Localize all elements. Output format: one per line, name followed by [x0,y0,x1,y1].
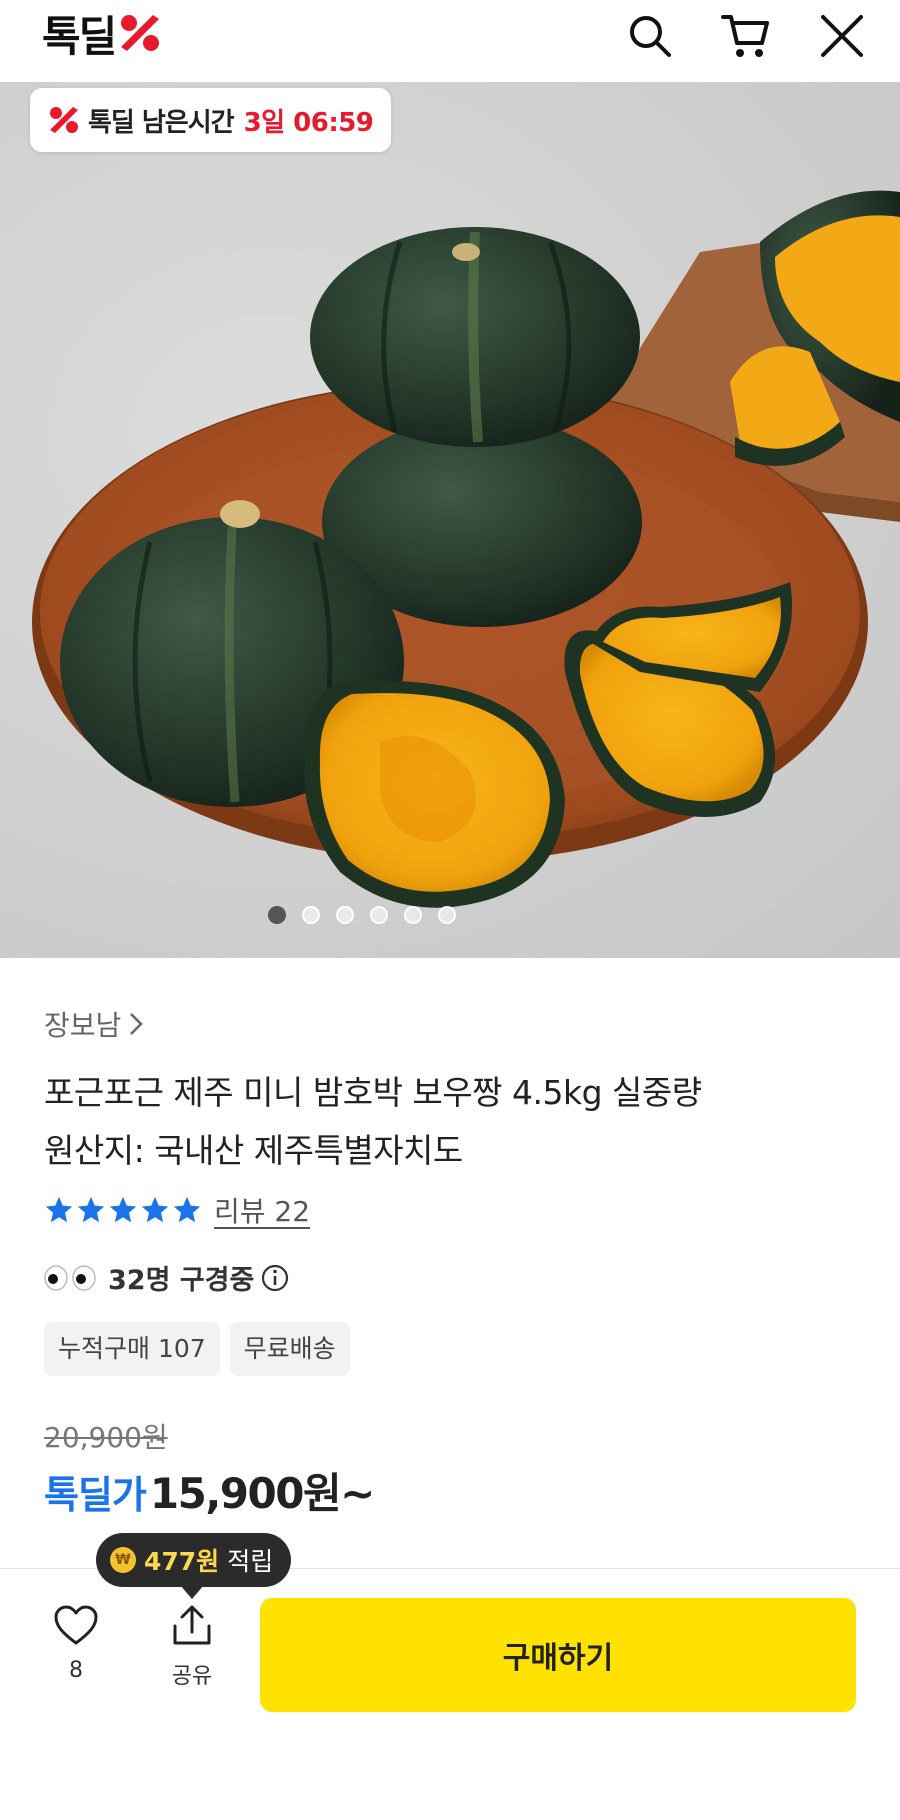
points-suffix: 적립 [227,1547,274,1576]
carousel-dot[interactable] [370,906,388,924]
points-tooltip: ₩ 477원 적립 [96,1533,292,1599]
carousel-dot[interactable] [336,906,354,924]
product-origin-line: 원산지: 국내산 제주특별자치도 [44,1131,463,1170]
seller-name: 장보남 [44,1009,122,1042]
rating-row: 리뷰 22 [44,1190,310,1230]
deal-price: 15,900원~ [149,1469,375,1518]
carousel-dot[interactable] [404,906,422,924]
price-row: 톡딜가 15,900원~ [44,1460,375,1521]
tag-list: 누적구매 107 무료배송 [44,1322,350,1376]
timer-value: 3일 06:59 [243,107,374,138]
review-link[interactable]: 리뷰 22 [214,1190,310,1230]
carousel-dots [0,906,812,924]
star-rating [44,1195,202,1225]
chevron-right-icon [130,1013,144,1035]
star-icon [173,1196,201,1223]
talkdeal-logo[interactable]: 톡딜 [42,8,161,61]
product-title-line: 포근포근 제주 미니 밤호박 보우짱 4.5kg 실중량 [44,1073,702,1112]
tag-free-shipping: 무료배송 [229,1322,350,1376]
logo-text: 톡딜 [42,11,117,61]
eyes-icon [44,1264,96,1291]
search-icon[interactable] [622,8,678,64]
timer-label: 톡딜 남은시간 [88,107,235,138]
share-icon [173,1605,211,1645]
percent-icon [50,107,78,133]
product-image-carousel[interactable]: 톡딜 남은시간 3일 06:59 [0,82,900,958]
viewers-count: 32명 구경중 [108,1265,255,1296]
heart-icon [54,1605,98,1645]
coin-icon: ₩ [110,1547,136,1573]
star-icon [77,1196,105,1223]
tag-purchase-count: 누적구매 107 [44,1322,220,1376]
star-icon [109,1196,137,1223]
product-title: 포근포근 제주 미니 밤호박 보우짱 4.5kg 실중량 원산지: 국내산 제주… [44,1064,864,1180]
deal-timer-badge: 톡딜 남은시간 3일 06:59 [30,88,392,152]
pumpkin-photo [32,190,900,908]
info-icon[interactable] [260,1263,290,1293]
viewers-row: 32명 구경중 [44,1258,290,1297]
star-icon [45,1196,73,1223]
carousel-dot[interactable] [268,906,286,924]
like-count: 8 [69,1658,83,1683]
original-price: 20,900원 [44,1421,168,1454]
buy-button[interactable]: 구매하기 [260,1598,856,1712]
share-label: 공유 [171,1664,213,1689]
star-icon [141,1196,169,1223]
top-header: 톡딜 [0,0,900,82]
carousel-dot[interactable] [438,906,456,924]
seller-link[interactable]: 장보남 [44,1004,144,1044]
share-button[interactable]: 공유 [142,1604,242,1690]
close-icon[interactable] [814,8,870,64]
percent-logo-icon [121,15,160,51]
like-button[interactable]: 8 [26,1604,126,1683]
cart-icon[interactable] [718,8,774,64]
carousel-dot[interactable] [302,906,320,924]
deal-price-label: 톡딜가 [44,1473,147,1517]
points-amount: 477원 [144,1547,220,1576]
